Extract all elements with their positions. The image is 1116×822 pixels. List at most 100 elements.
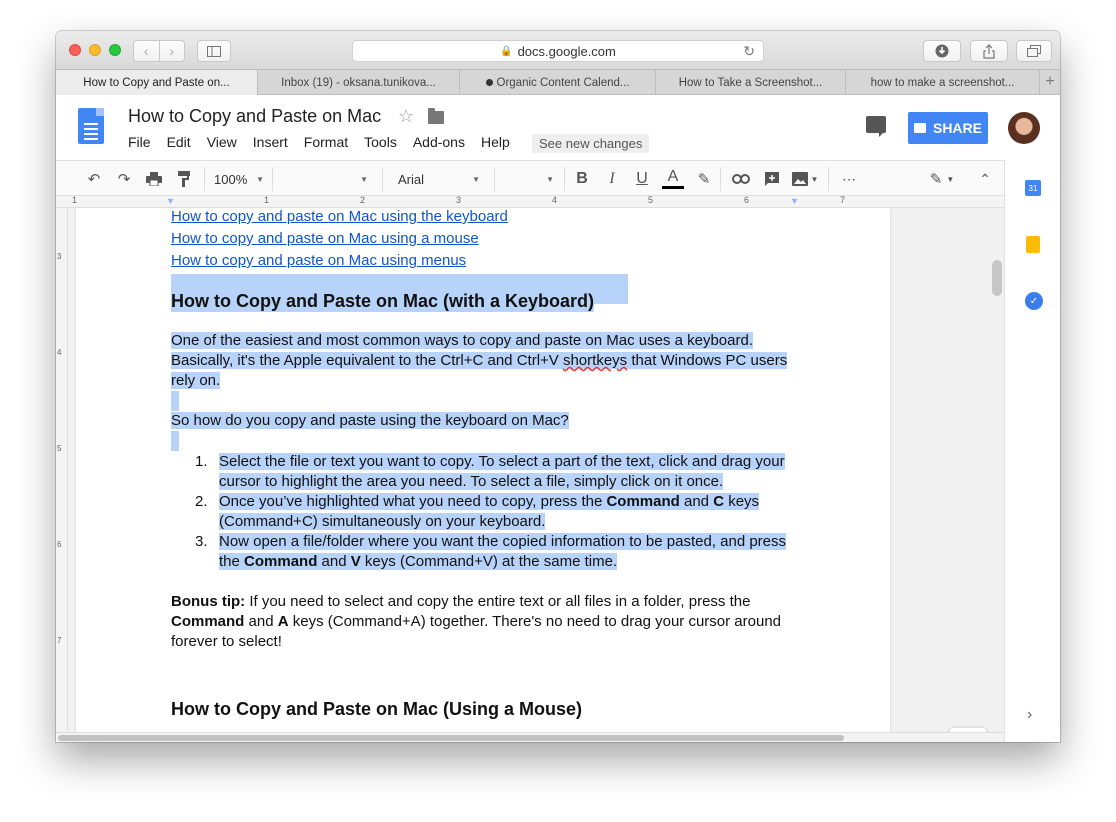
toolbar-divider [564,167,565,191]
document-canvas[interactable]: 3 4 5 6 7 8 How to copy and paste on Mac… [56,208,1004,732]
keep-icon[interactable] [1026,236,1040,253]
bold-icon[interactable]: B [572,169,592,189]
ruler-number: 1 [264,195,270,205]
text-segment: keys (Command+V) at the same time. [360,553,618,570]
folder-icon[interactable] [428,108,444,124]
menu-view[interactable]: View [207,134,237,150]
insert-comment-icon[interactable] [762,169,782,189]
back-button[interactable]: ‹ [134,41,159,61]
calendar-icon[interactable]: 31 [1025,180,1041,196]
bold-text: A [277,613,289,630]
indent-marker-icon[interactable]: ▼ [166,196,175,206]
scrollbar-thumb[interactable] [58,735,844,741]
document-page[interactable]: How to copy and paste on Mac using the k… [76,208,890,732]
bonus-tip: Bonus tip: If you need to select and cop… [171,592,811,652]
share-sheet-button[interactable] [970,40,1008,62]
toolbar-divider [720,167,721,191]
toc-link-menus[interactable]: How to copy and paste on Mac using menus [171,251,466,271]
spellcheck-word[interactable]: shortkeys [563,352,627,369]
docs-logo-icon[interactable] [78,108,104,144]
highlight-icon[interactable]: ✎ [694,169,714,189]
style-select[interactable]: ▼ [276,167,372,191]
heading-keyboard: How to Copy and Paste on Mac (with a Key… [171,274,595,312]
paint-format-icon[interactable] [174,169,194,189]
collapse-menu-icon[interactable]: ⌃ [974,169,996,189]
text-line: One of the easiest and most common ways … [171,332,753,349]
text-segment: and [679,493,714,510]
more-options-icon[interactable]: ⋯ [838,169,860,189]
text-line: forever to select! [171,633,282,650]
right-indent-marker-icon[interactable]: ▼ [790,196,799,206]
menu-addons[interactable]: Add-ons [413,134,465,150]
horizontal-scrollbar[interactable] [56,732,1004,742]
vertical-scrollbar[interactable] [992,260,1002,296]
document-body[interactable]: How to copy and paste on Mac using the k… [171,208,811,719]
insert-image-icon[interactable]: ▼ [790,169,820,189]
forward-button[interactable]: › [158,41,185,61]
share-button[interactable]: SHARE [908,112,988,144]
underline-icon[interactable]: U [632,169,652,189]
address-bar[interactable]: 🔒 docs.google.com ↻ [352,40,764,62]
menu-insert[interactable]: Insert [253,134,288,150]
tasks-icon[interactable]: ✓ [1025,292,1043,310]
zoom-select[interactable]: 100% ▼ [214,167,268,191]
text-segment: If you need to select and copy the entir… [245,593,751,610]
italic-icon[interactable]: I [602,169,622,189]
docs-header: How to Copy and Paste on Mac ☆ File Edit… [56,96,1060,160]
ruler-number: 5 [57,444,62,453]
vertical-ruler: 3 4 5 6 7 8 [56,208,68,732]
tab-inbox[interactable]: Inbox (19) - oksana.tunikova... [258,70,460,95]
undo-icon[interactable]: ↶ [84,169,104,189]
comments-icon[interactable] [866,116,886,137]
calendar-date: 31 [1028,183,1038,193]
tab-make-screenshot[interactable]: how to make a screenshot... [846,70,1040,95]
tab-screenshot[interactable]: How to Take a Screenshot... [656,70,846,95]
close-window-button[interactable] [69,44,81,56]
font-size-select[interactable]: ▼ [500,167,558,191]
downloads-button[interactable] [923,40,961,62]
menu-format[interactable]: Format [304,134,348,150]
font-select[interactable]: Arial ▼ [398,167,484,191]
chevron-right-icon[interactable]: › [1027,706,1032,724]
list-number: 3. [195,533,208,550]
star-icon[interactable]: ☆ [398,106,414,127]
zoom-value: 100% [214,171,248,187]
link-icon[interactable] [730,169,752,189]
toc-link-keyboard[interactable]: How to copy and paste on Mac using the k… [171,208,508,227]
empty-line [171,431,179,451]
minimize-window-button[interactable] [89,44,101,56]
horizontal-ruler: 1 ▼ 1 2 3 4 5 6 ▼ 7 [56,195,1004,208]
text-color-icon[interactable]: A [660,168,686,189]
new-tab-button[interactable]: + [1040,70,1060,94]
chevron-down-icon: ▼ [360,175,368,184]
share-label: SHARE [932,120,982,136]
tab-content-calendar[interactable]: Organic Content Calend... [460,70,656,95]
sidebar-toggle-button[interactable] [197,40,231,62]
side-panel: 31 ✓ › [1004,160,1060,742]
ruler-number: 5 [648,195,654,205]
menu-help[interactable]: Help [481,134,510,150]
redo-icon[interactable]: ↷ [114,169,134,189]
editing-mode-icon[interactable]: ✎ ▼ [924,169,960,189]
menu-edit[interactable]: Edit [167,134,191,150]
tab-copy-paste[interactable]: How to Copy and Paste on... [56,70,258,95]
ruler-number: 4 [552,195,558,205]
document-title[interactable]: How to Copy and Paste on Mac [128,106,381,127]
unsaved-dot-icon [485,79,493,86]
show-all-tabs-button[interactable] [1016,40,1052,62]
menu-file[interactable]: File [128,134,151,150]
chevron-down-icon: ▼ [472,175,480,184]
ruler-number: 7 [840,195,846,205]
text-segment: and [244,613,278,630]
print-icon[interactable] [144,169,164,189]
see-new-changes-button[interactable]: See new changes [532,134,650,153]
menu-tools[interactable]: Tools [364,134,397,150]
zoom-window-button[interactable] [109,44,121,56]
toolbar-divider [272,167,273,191]
empty-line [171,391,179,411]
reload-icon[interactable]: ↻ [743,43,755,60]
avatar[interactable] [1008,112,1040,144]
text-line: (Command+C) simultaneously on your keybo… [219,513,546,530]
text-line: Select the file or text you want to copy… [219,453,785,470]
toc-link-mouse[interactable]: How to copy and paste on Mac using a mou… [171,229,479,249]
